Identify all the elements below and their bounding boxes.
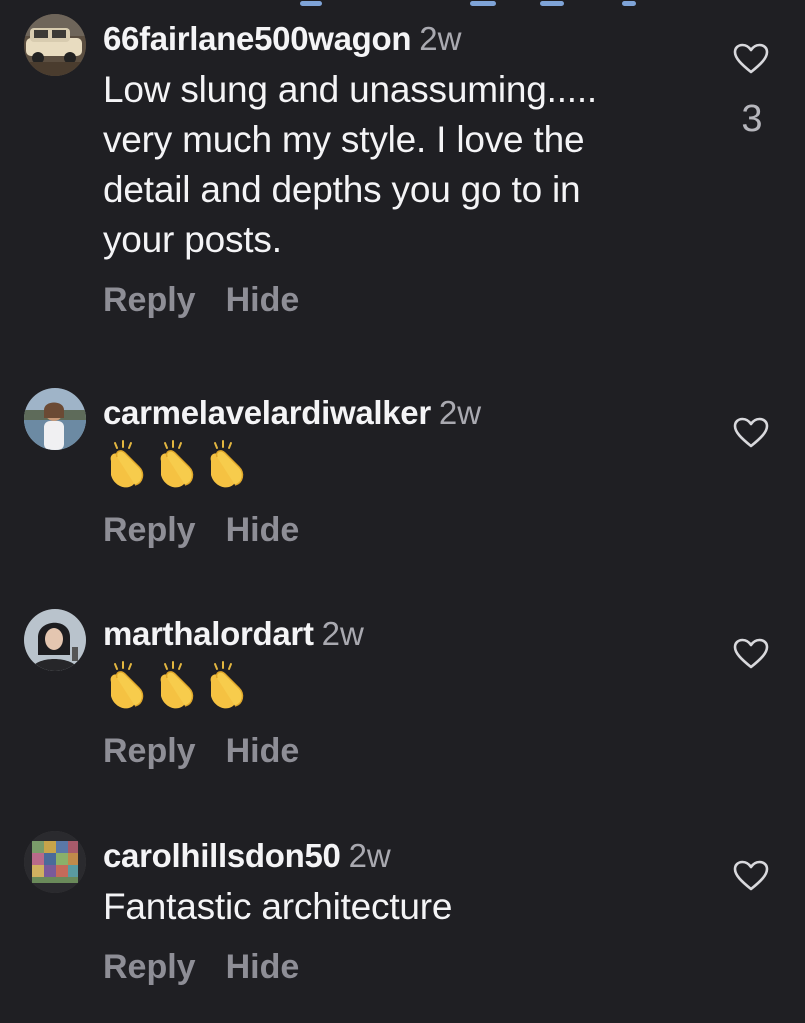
heart-icon[interactable] [733,638,769,670]
comment-header: 66fairlane500wagon 2w [103,19,683,59]
comment-text: Fantastic architecture [103,882,683,932]
clapping-hands-icon [160,661,194,709]
clapping-hands-icon [210,440,244,488]
person-at-lake-photo [24,388,86,450]
comment-text-line: Low slung and unassuming..... [103,69,598,110]
hide-button[interactable]: Hide [226,948,300,986]
comment-actions: Reply Hide [103,511,683,550]
comment-header: carmelavelardiwalker 2w [103,393,683,433]
username[interactable]: carolhillsdon50 [103,837,341,874]
reply-button[interactable]: Reply [103,732,196,770]
hide-button[interactable]: Hide [226,281,300,319]
person-portrait-photo [24,609,86,671]
comment-actions: Reply Hide [103,281,683,320]
timestamp: 2w [438,394,482,431]
comment-text-line: your posts. [103,219,282,260]
heart-icon[interactable] [733,43,769,75]
comment-actions: Reply Hide [103,732,683,771]
emoji-row [103,439,683,495]
hide-button[interactable]: Hide [226,732,300,770]
comment-text: Low slung and unassuming..... very much … [103,65,683,265]
comment-header: carolhillsdon50 2w [103,836,683,876]
clapping-hands-icon [210,661,244,709]
timestamp: 2w [419,20,462,57]
hide-button[interactable]: Hide [226,511,300,549]
heart-icon[interactable] [733,417,769,449]
vintage-car-photo [24,14,86,76]
previous-content-fragment [0,0,805,14]
comment-header: marthalordart 2w [103,614,683,654]
reply-button[interactable]: Reply [103,948,196,986]
timestamp: 2w [348,837,391,874]
username[interactable]: carmelavelardiwalker [103,394,431,431]
reply-button[interactable]: Reply [103,511,196,549]
reply-button[interactable]: Reply [103,281,196,319]
like-count: 3 [741,98,763,140]
comment-text-line: very much my style. I love the [103,119,585,160]
avatar[interactable] [24,609,86,671]
avatar[interactable] [24,14,86,76]
comment-text-line: Fantastic architecture [103,886,453,927]
heart-icon[interactable] [733,860,769,892]
comment-text-line: detail and depths you go to in [103,169,581,210]
emoji-row [103,660,683,716]
clapping-hands-icon [110,440,144,488]
username[interactable]: 66fairlane500wagon [103,20,412,57]
clapping-hands-icon [160,440,194,488]
clapping-hands-icon [110,661,144,709]
comment-actions: Reply Hide [103,948,683,987]
avatar[interactable] [24,831,86,893]
avatar[interactable] [24,388,86,450]
colorful-quilt-photo [24,831,86,893]
timestamp: 2w [321,615,364,652]
username[interactable]: marthalordart [103,615,314,652]
